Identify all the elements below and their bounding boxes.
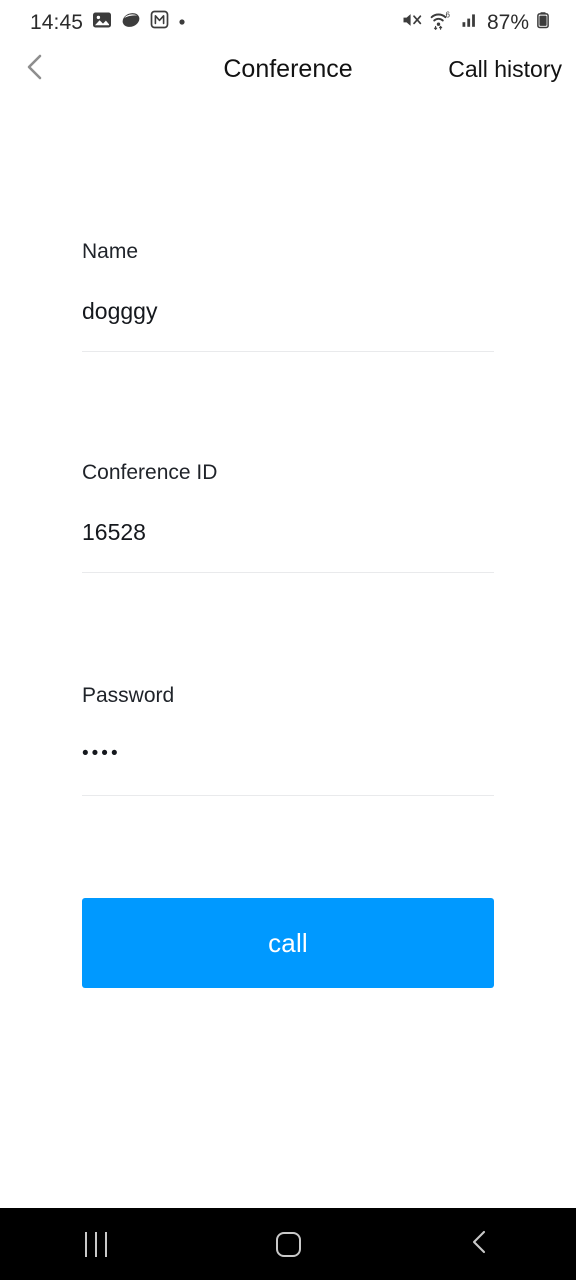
status-bar-left: 14:45 — [30, 10, 186, 35]
cellular-signal-icon — [461, 10, 479, 35]
field-password: Password •••• — [82, 685, 494, 796]
field-name-underline — [82, 351, 494, 352]
battery-percent-label: 87% — [486, 10, 529, 34]
recents-icon — [85, 1231, 107, 1257]
nav-recents-button[interactable] — [36, 1208, 156, 1280]
nav-back-button[interactable] — [420, 1208, 540, 1280]
field-password-underline — [82, 795, 494, 796]
gallery-icon — [92, 10, 112, 35]
call-button[interactable]: call — [82, 898, 494, 988]
android-navigation-bar — [0, 1208, 576, 1280]
back-icon — [467, 1228, 493, 1261]
field-conference-id: Conference ID 16528 — [82, 462, 494, 573]
status-bar-right: 6 87% — [401, 10, 550, 35]
field-password-label: Password — [82, 684, 175, 707]
nav-home-button[interactable] — [228, 1208, 348, 1280]
field-name: Name dogggy — [82, 241, 494, 352]
field-name-label: Name — [82, 240, 139, 263]
samsung-internet-icon — [121, 10, 141, 35]
mute-icon — [401, 10, 423, 35]
wifi-6-icon: 6 — [430, 10, 454, 35]
field-conference-id-underline — [82, 572, 494, 573]
svg-text:6: 6 — [445, 10, 450, 19]
field-password-input[interactable]: •••• — [82, 744, 494, 768]
status-bar-clock: 14:45 — [30, 10, 84, 34]
field-conference-id-input[interactable]: 16528 — [82, 521, 494, 545]
battery-icon — [536, 10, 550, 35]
home-icon — [275, 1231, 301, 1257]
call-history-button[interactable]: Call history — [448, 44, 562, 94]
dot-indicator-icon — [178, 13, 186, 31]
app-bar: Conference Call history — [0, 44, 576, 98]
field-name-input[interactable]: dogggy — [82, 300, 494, 324]
m-app-icon — [150, 10, 169, 34]
status-bar: 14:45 6 87% — [0, 0, 576, 44]
field-conference-id-label: Conference ID — [82, 461, 218, 484]
